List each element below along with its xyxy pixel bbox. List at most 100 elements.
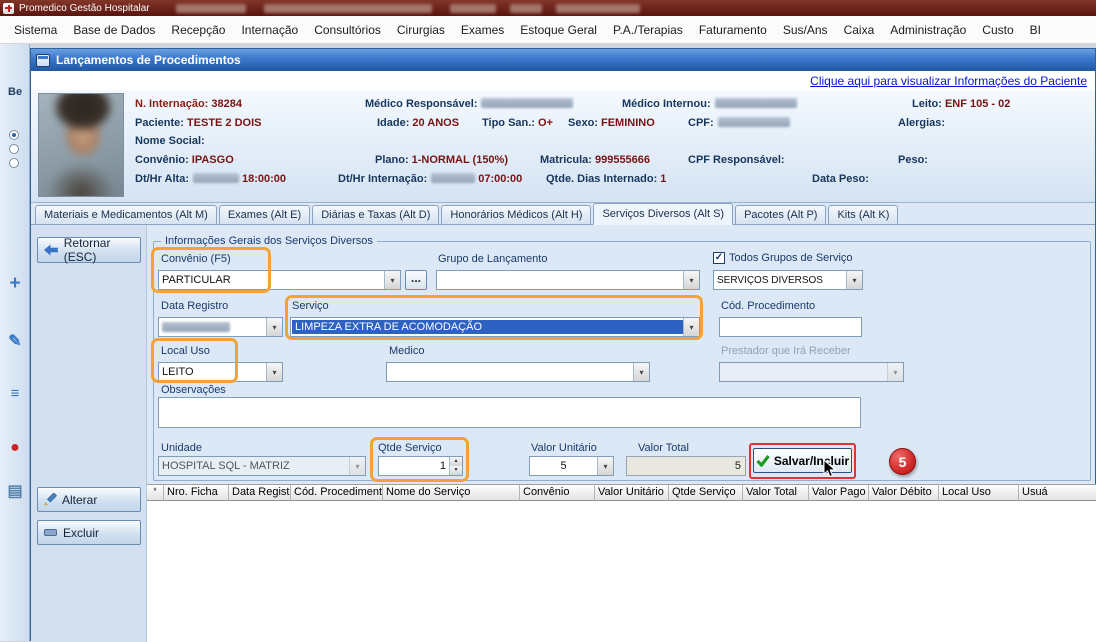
todos-grupos-checkbox[interactable]: ✓ Todos Grupos de Serviço (713, 252, 853, 264)
local-uso-select[interactable]: LEITO ▾ (158, 362, 283, 382)
col-nome-servico[interactable]: Nome do Serviço (383, 484, 520, 501)
col-valor-total[interactable]: Valor Total (743, 484, 809, 501)
menu-administracao[interactable]: Administração (882, 23, 974, 37)
menu-recepcao[interactable]: Recepção (163, 23, 233, 37)
window-title: Lançamentos de Procedimentos (56, 53, 241, 67)
increment-button[interactable]: ▴ (449, 457, 462, 466)
data-registro-select[interactable]: ▾ (158, 317, 283, 337)
menu-base-de-dados[interactable]: Base de Dados (65, 23, 163, 37)
cod-procedimento-input[interactable] (719, 317, 862, 337)
alterar-button[interactable]: Alterar (37, 487, 141, 512)
chevron-down-icon[interactable]: ▾ (846, 271, 862, 289)
grupo-lancamento-select[interactable]: ▾ (436, 270, 700, 290)
valor-total-field: 5 (626, 456, 746, 476)
menu-exames[interactable]: Exames (453, 23, 512, 37)
retornar-button[interactable]: Retornar (ESC) (37, 237, 141, 263)
field-tipo-sanguineo: Tipo San.:O+ (482, 117, 553, 130)
convenio-label: Convênio (F5) (161, 253, 231, 265)
col-usuario[interactable]: Usuá (1019, 484, 1096, 501)
window-titlebar[interactable]: Lançamentos de Procedimentos (31, 49, 1095, 71)
chevron-down-icon[interactable]: ▾ (266, 318, 282, 336)
field-data-peso: Data Peso: (812, 173, 869, 186)
add-icon[interactable]: + (3, 272, 27, 296)
back-arrow-icon (44, 244, 59, 256)
eraser-icon (44, 527, 58, 538)
printer-icon[interactable]: ▤ (3, 480, 27, 504)
radio-option[interactable] (9, 130, 19, 140)
col-nro-ficha[interactable]: Nro. Ficha (164, 484, 229, 501)
menu-bi[interactable]: BI (1022, 23, 1049, 37)
tab-kits[interactable]: Kits (Alt K) (828, 205, 898, 224)
menu-caixa[interactable]: Caixa (836, 23, 883, 37)
col-data-registro[interactable]: Data Regist (229, 484, 291, 501)
chevron-down-icon[interactable]: ▾ (266, 363, 282, 381)
grupo-servico-select[interactable]: SERVIÇOS DIVERSOS ▾ (713, 270, 863, 290)
qtde-servico-stepper[interactable]: 1 ▴ ▾ (378, 456, 463, 476)
col-valor-pago[interactable]: Valor Pago (809, 484, 869, 501)
menu-faturamento[interactable]: Faturamento (691, 23, 775, 37)
decrement-button[interactable]: ▾ (449, 466, 462, 475)
menu-cirurgias[interactable]: Cirurgias (389, 23, 453, 37)
app-title: Promedico Gestão Hospitalar (19, 3, 150, 14)
selected-servico: LIMPEZA EXTRA DE ACOMODAÇÃO (292, 320, 683, 334)
menu-custo[interactable]: Custo (974, 23, 1021, 37)
tab-honorarios-medicos[interactable]: Honorários Médicos (Alt H) (441, 205, 591, 224)
col-qtde-servico[interactable]: Qtde Serviço (669, 484, 743, 501)
menu-estoque-geral[interactable]: Estoque Geral (512, 23, 605, 37)
menu-internacao[interactable]: Internação (233, 23, 306, 37)
chevron-down-icon[interactable]: ▾ (633, 363, 649, 381)
field-n-internacao: N. Internação:38284 (135, 98, 242, 111)
pencil-icon[interactable]: ✎ (3, 330, 27, 354)
prestador-label: Prestador que Irá Receber (721, 345, 851, 357)
window-icon (36, 54, 50, 67)
col-cod-procedimento[interactable]: Cód. Procediment (291, 484, 383, 501)
menu-consultorios[interactable]: Consultórios (306, 23, 389, 37)
redacted-value (718, 117, 790, 127)
grid-marker-cell[interactable]: * (147, 484, 164, 501)
valor-unitario-label: Valor Unitário (531, 442, 597, 454)
local-uso-label: Local Uso (161, 345, 210, 357)
col-local-uso[interactable]: Local Uso (939, 484, 1019, 501)
tab-servicos-diversos[interactable]: Serviços Diversos (Alt S) (593, 203, 733, 225)
qtde-servico-label: Qtde Serviço (378, 442, 442, 454)
convenio-browse-button[interactable]: ... (405, 270, 427, 290)
checkbox-box[interactable]: ✓ (713, 252, 725, 264)
observacoes-input[interactable] (158, 397, 861, 428)
redacted-value (431, 173, 475, 183)
tab-pacotes[interactable]: Pacotes (Alt P) (735, 205, 826, 224)
field-qtde-dias-internado: Qtde. Dias Internado:1 (546, 173, 666, 186)
valor-total-label: Valor Total (638, 442, 689, 454)
field-dt-hr-internacao: Dt/Hr Internação:07:00:00 (338, 173, 522, 186)
menu-sistema[interactable]: Sistema (6, 23, 65, 37)
medico-select[interactable]: ▾ (386, 362, 650, 382)
tab-diarias-taxas[interactable]: Diárias e Taxas (Alt D) (312, 205, 439, 224)
salvar-incluir-button[interactable]: Salvar/Incluir (753, 448, 852, 473)
patient-info-link[interactable]: Clique aqui para visualizar Informações … (810, 74, 1087, 88)
servico-select[interactable]: LIMPEZA EXTRA DE ACOMODAÇÃO ▾ (290, 317, 700, 337)
chevron-down-icon[interactable]: ▾ (683, 318, 699, 336)
menubar: Sistema Base de Dados Recepção Internaçã… (0, 16, 1096, 44)
excluir-button[interactable]: Excluir (37, 520, 141, 545)
valor-unitario-select[interactable]: 5 ▾ (529, 456, 614, 476)
col-convenio[interactable]: Convênio (520, 484, 595, 501)
radio-option[interactable] (9, 144, 19, 154)
redacted-titlebar-text (264, 4, 432, 13)
check-icon: ✓ (715, 253, 723, 263)
field-paciente: Paciente:TESTE 2 DOIS (135, 117, 262, 130)
convenio-select[interactable]: PARTICULAR ▾ (158, 270, 401, 290)
tab-exames[interactable]: Exames (Alt E) (219, 205, 310, 224)
tab-materiais-medicamentos[interactable]: Materiais e Medicamentos (Alt M) (35, 205, 217, 224)
group-title: Informações Gerais dos Serviços Diversos (161, 235, 377, 247)
field-cpf-responsavel: CPF Responsável: (688, 154, 785, 167)
list-icon[interactable]: ≡ (3, 382, 27, 406)
chevron-down-icon[interactable]: ▾ (683, 271, 699, 289)
col-valor-debito[interactable]: Valor Débito (869, 484, 939, 501)
chevron-down-icon[interactable]: ▾ (597, 457, 613, 475)
col-valor-unitario[interactable]: Valor Unitário (595, 484, 669, 501)
grupo-lancamento-label: Grupo de Lançamento (438, 253, 547, 265)
menu-pa-terapias[interactable]: P.A./Terapias (605, 23, 691, 37)
menu-sus-ans[interactable]: Sus/Ans (775, 23, 836, 37)
radio-option[interactable] (9, 158, 19, 168)
chevron-down-icon[interactable]: ▾ (384, 271, 400, 289)
record-icon[interactable]: ● (3, 436, 27, 460)
